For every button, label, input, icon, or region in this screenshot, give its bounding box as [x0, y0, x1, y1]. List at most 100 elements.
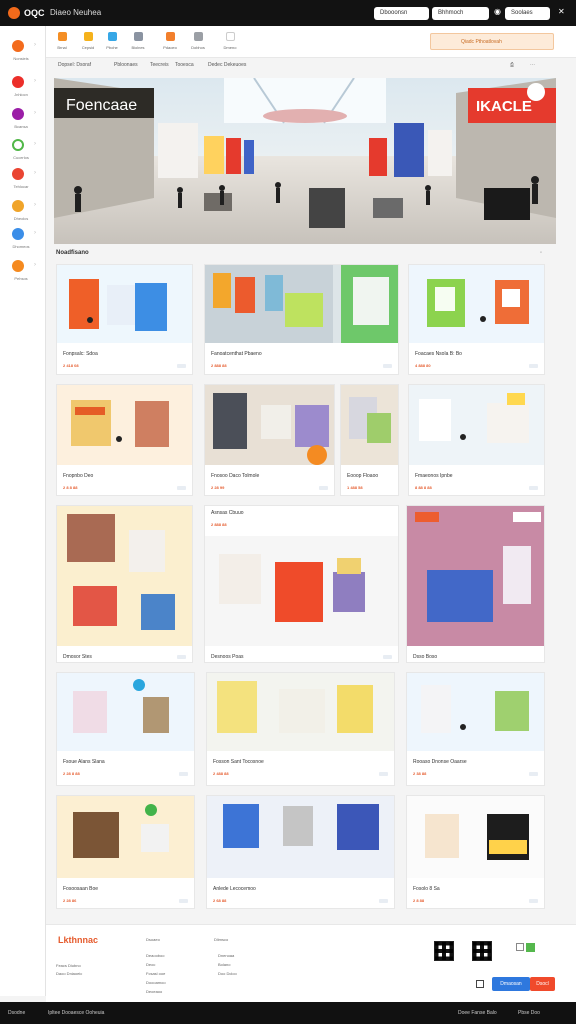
product-image	[407, 506, 544, 646]
sidebar-item-2[interactable]: Jnhlocn ›	[6, 74, 42, 102]
product-card-14[interactable]: Fosoosaan Boe 2 28 86	[56, 795, 195, 909]
product-card-6[interactable]: Eooop Floaoo 1 488 58	[340, 384, 399, 496]
product-title: Fonpsalc: Sdoa	[63, 351, 98, 357]
category-label: Brnal	[57, 45, 67, 50]
sidebar-item-label: Dhomeos	[12, 244, 30, 249]
footer-col2-item[interactable]: Fcsasl ooe	[146, 971, 165, 976]
category-7[interactable]: Dmeno	[218, 31, 242, 55]
sidebar-item-8[interactable]: Pehsos ›	[6, 258, 42, 286]
footer-col2-item[interactable]: Dsoaeo	[146, 937, 160, 942]
tag-icon	[177, 364, 186, 368]
product-card-7[interactable]: Fmaeonos Ipnbe 8 88 8 88	[408, 384, 545, 496]
product-price: 2 28 99	[211, 485, 225, 490]
footer-col3-item[interactable]: Dlimsco	[214, 937, 228, 942]
sidebar-item-3[interactable]: Bcansa ›	[6, 106, 42, 134]
product-image	[409, 385, 544, 465]
category-2[interactable]: Cepsid	[76, 31, 100, 55]
footer-col2-item[interactable]: Doooamoo	[146, 980, 166, 985]
promo-box[interactable]: Qiadc Pthoatlovah	[430, 33, 554, 50]
download-button[interactable]: Dmaosan	[492, 977, 530, 991]
tag-icon	[529, 364, 538, 368]
breadcrumb-c[interactable]: Teecreis	[150, 62, 169, 68]
chevron-right-icon: ›	[34, 170, 36, 176]
category-6[interactable]: Dobhos	[186, 31, 210, 55]
hero-image: Foencaae IKACLE	[54, 78, 556, 244]
tag-icon	[383, 364, 392, 368]
product-title: Foacaes Nsola B: Bo	[415, 351, 462, 357]
product-card-16[interactable]: Fosolo 8 Sa 2 8 88	[406, 795, 545, 909]
phone-icon	[108, 32, 117, 41]
product-card-11[interactable]: Fsoue Alans Slana 2 28 8 88	[56, 672, 195, 786]
product-title: Fsoue Alans Slana	[63, 759, 105, 765]
tag-icon	[179, 772, 188, 776]
product-card-4[interactable]: Fnopnbo Deo 2 8 8 88	[56, 384, 193, 496]
breadcrumb-a[interactable]: Dopsel: Dsoraf	[58, 62, 91, 68]
footer-logo: Lkthnnac	[58, 935, 99, 945]
product-card-8[interactable]: Dmosor Stes	[56, 505, 193, 663]
sidebar-item-6[interactable]: Dheolcs ›	[6, 198, 42, 226]
category-3[interactable]: Pbohe	[100, 31, 124, 55]
footer-col3-item[interactable]: Bolano	[218, 962, 230, 967]
breadcrumb-d[interactable]: Tooesca	[175, 62, 194, 68]
product-image	[407, 673, 544, 751]
product-image	[57, 673, 194, 751]
product-title: Eooop Floaoo	[347, 473, 379, 479]
product-card-9[interactable]: Asnsas Cbuuo 2 888 88 Desnoos Poas	[204, 505, 399, 663]
category-label: Pbohe	[106, 45, 118, 50]
product-title: Desnoos Poas	[211, 654, 244, 660]
product-card-1[interactable]: Fonpsalc: Sdoa 2 418 08	[56, 264, 193, 375]
section-more-icon[interactable]: ◦	[540, 250, 542, 256]
breadcrumb-b[interactable]: Pbloonaes	[114, 62, 138, 68]
close-icon[interactable]: ✕	[558, 8, 566, 16]
hero-sign-left: Foencaae	[66, 97, 137, 114]
footer-col3-item[interactable]: Doo Dcloo	[218, 971, 237, 976]
product-image	[57, 265, 192, 343]
category-1[interactable]: Brnal	[50, 31, 74, 55]
android-icon[interactable]	[526, 943, 535, 952]
logo-mark-icon	[8, 7, 20, 19]
footer-col2-item[interactable]: Deoeaoo	[146, 989, 162, 994]
chevron-right-icon: ›	[34, 230, 36, 236]
product-title: Rooaso Dnonse Oaarse	[413, 759, 467, 765]
product-card-12[interactable]: Fosson Sant Tocosnoe 2 488 88	[206, 672, 395, 786]
document-icon	[226, 32, 235, 41]
product-card-5[interactable]: Fnosoo Daco Tolmole 2 28 99	[204, 384, 335, 496]
pen-icon	[12, 108, 24, 120]
chevron-right-icon: ›	[34, 78, 36, 84]
header-pill-3[interactable]: Soolaes	[505, 7, 550, 20]
breadcrumb-e[interactable]: Dedec Dekeuoes	[208, 62, 246, 68]
app-icon[interactable]	[516, 943, 524, 951]
product-image	[57, 796, 194, 878]
sidebar-item-5[interactable]: Tehlocar ›	[6, 166, 42, 194]
tag-icon	[529, 772, 538, 776]
chevron-right-icon: ›	[34, 110, 36, 116]
product-price: 4 888 80	[415, 363, 431, 368]
user-icon[interactable]: ◉	[494, 8, 502, 16]
footer-col3-item[interactable]: Dnenoaa	[218, 953, 234, 958]
product-card-2[interactable]: Fanoatcenthat Pbaeno 2 888 88	[204, 264, 399, 375]
tag-icon	[177, 486, 186, 490]
sidebar-item-1[interactable]: Nonsieis ›	[6, 38, 42, 66]
shop-button[interactable]: Dsocl	[530, 977, 555, 991]
product-card-10[interactable]: Dsso Boso	[406, 505, 545, 663]
shop-label: Dsocl	[536, 981, 549, 987]
product-card-3[interactable]: Foacaes Nsola B: Bo 4 888 80	[408, 264, 545, 375]
footer-col2-item[interactable]: Deaooboo	[146, 953, 164, 958]
category-4[interactable]: Biolnes	[126, 31, 150, 55]
product-card-15[interactable]: Anlede Lecocemoo 2 68 88	[206, 795, 395, 909]
product-price: 2 488 88	[213, 771, 229, 776]
share-icon[interactable]: ⎙	[510, 62, 514, 68]
header-search[interactable]: Dbooonsn	[374, 7, 429, 20]
footer-col2-item[interactable]: Deoc	[146, 962, 155, 967]
more-icon[interactable]: ⋯	[530, 62, 535, 68]
header-pill-2[interactable]: Bhhmoch	[432, 7, 489, 20]
sidebar-item-4[interactable]: Cucerlos ›	[6, 137, 42, 165]
home-icon	[12, 40, 24, 52]
product-card-13[interactable]: Rooaso Dnonse Oaarse 2 38 88	[406, 672, 545, 786]
bag-icon	[12, 76, 24, 88]
sidebar-item-7[interactable]: Dhomeos ›	[6, 226, 42, 254]
shop-icon[interactable]	[476, 980, 484, 988]
section-title: Noadfisano	[56, 250, 89, 256]
sidebar-item-label: Dheolcs	[13, 216, 29, 221]
category-5[interactable]: Pdaoeo	[158, 31, 182, 55]
